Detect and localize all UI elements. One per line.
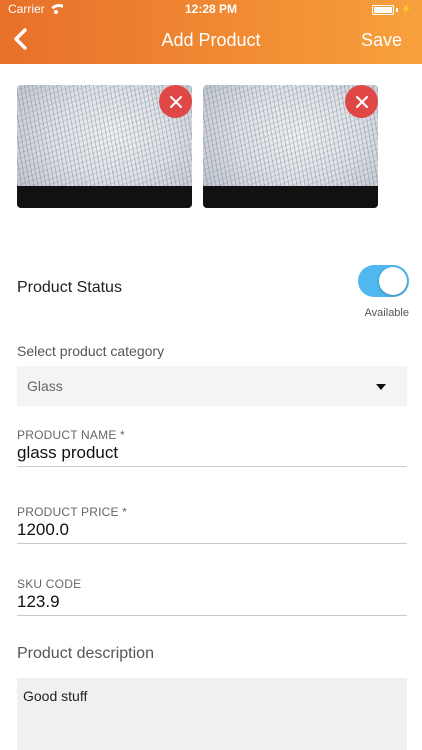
close-icon [169,95,182,108]
sku-code-label: SKU CODE [17,577,82,591]
remove-image-button[interactable] [345,85,378,118]
product-price-input[interactable] [17,520,407,544]
status-bar: Carrier 12:28 PM ⚡ [0,0,422,18]
category-select[interactable]: Glass [17,366,407,406]
product-price-field: PRODUCT PRICE * [17,505,407,544]
category-value: Glass [27,378,63,394]
header-bar: Carrier 12:28 PM ⚡ Add Product Save [0,0,422,64]
toggle-knob [379,267,407,295]
close-icon [355,95,368,108]
product-status-label: Product Status [17,279,122,296]
battery-icon: ⚡ [371,4,412,15]
description-input[interactable]: Good stuff [17,678,407,750]
sku-code-field: SKU CODE [17,577,407,616]
caret-down-icon [376,384,386,390]
description-label: Product description [17,645,154,662]
product-images [17,85,378,208]
remove-image-button[interactable] [159,85,192,118]
charging-icon: ⚡ [400,4,412,14]
save-button[interactable]: Save [361,30,402,51]
product-image-2[interactable] [203,85,378,208]
page-title: Add Product [161,30,261,50]
product-name-input[interactable] [17,443,407,467]
product-status-toggle[interactable] [358,265,409,297]
status-time: 12:28 PM [184,2,238,16]
navigation-bar: Add Product Save [0,18,422,64]
category-label: Select product category [17,343,165,359]
product-name-label: PRODUCT NAME * [17,428,125,442]
product-price-label: PRODUCT PRICE * [17,505,128,519]
product-name-field: PRODUCT NAME * [17,428,407,467]
sku-code-input[interactable] [17,592,407,616]
product-image-1[interactable] [17,85,192,208]
status-caption: Available [364,307,409,319]
